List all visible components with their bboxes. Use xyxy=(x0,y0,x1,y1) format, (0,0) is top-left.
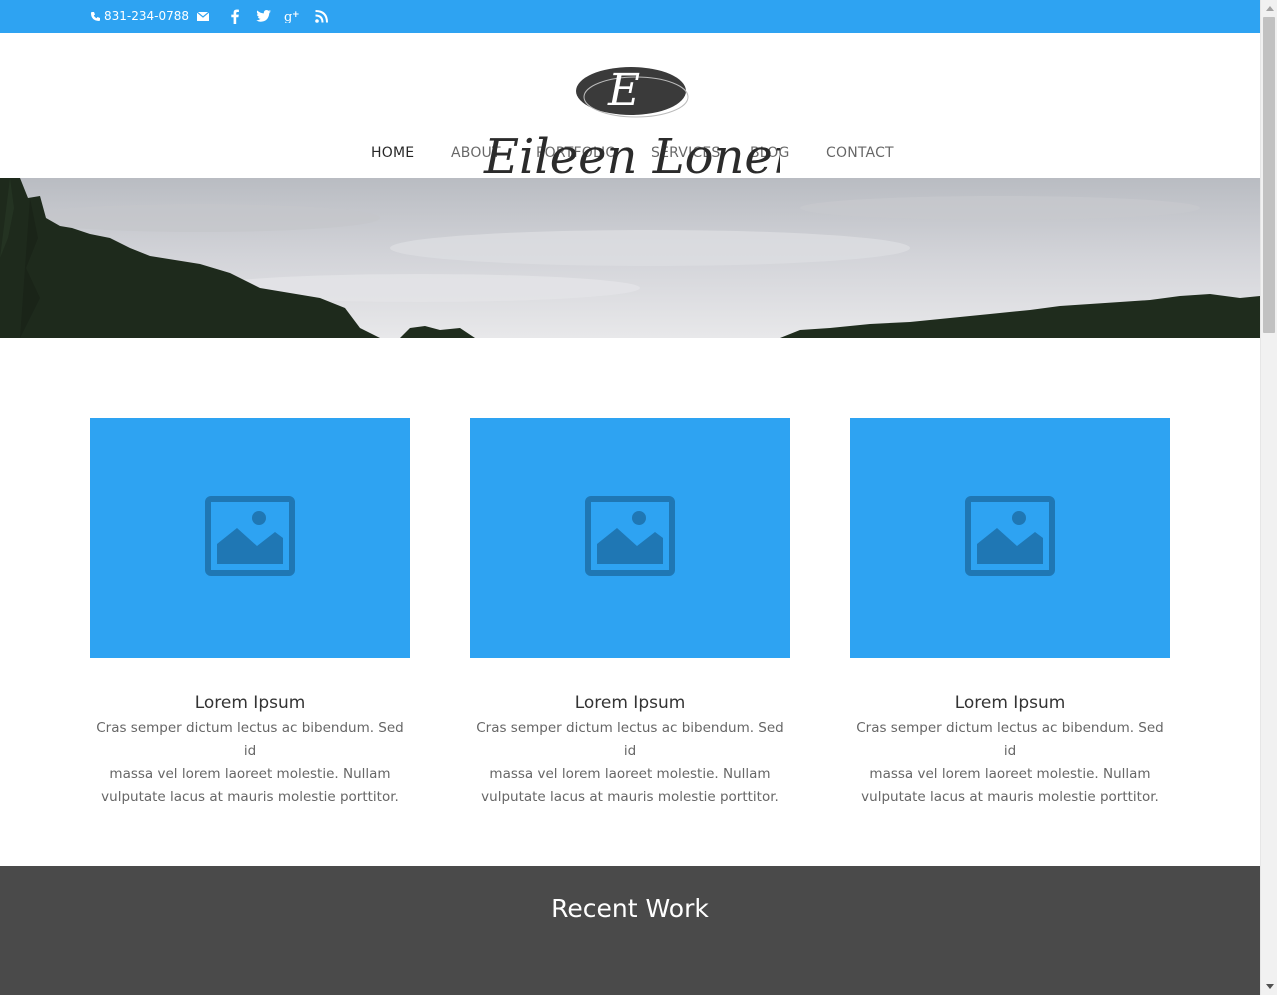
blurb-3: Lorem Ipsum Cras semper dictum lectus ac… xyxy=(850,418,1170,809)
recent-work-section: Recent Work xyxy=(0,866,1260,995)
blurb-image xyxy=(850,418,1170,658)
image-placeholder-icon xyxy=(965,496,1055,580)
image-placeholder-icon xyxy=(205,496,295,580)
blurb-title: Lorem Ipsum xyxy=(194,693,306,713)
email-icon[interactable] xyxy=(196,6,210,26)
top-bar: 831-234-0788 g + xyxy=(0,0,1260,33)
recent-work-title: Recent Work xyxy=(551,894,709,923)
google-plus-icon[interactable]: g + xyxy=(283,6,301,26)
svg-text:E: E xyxy=(607,65,640,116)
nav-item-home[interactable]: HOME xyxy=(371,145,414,161)
blurb-text: Cras semper dictum lectus ac bibendum. S… xyxy=(90,717,410,809)
blurb-text-line: massa vel lorem laoreet molestie. Nullam xyxy=(109,766,391,782)
hero-image xyxy=(0,178,1260,338)
scroll-up-arrow-icon[interactable] xyxy=(1261,0,1277,17)
vertical-scrollbar[interactable] xyxy=(1260,0,1277,995)
scroll-down-arrow-icon[interactable] xyxy=(1261,978,1277,995)
twitter-icon[interactable] xyxy=(255,6,272,26)
blurb-text-line: Cras semper dictum lectus ac bibendum. S… xyxy=(476,720,784,759)
nav-item-contact[interactable]: CONTACT xyxy=(826,145,894,161)
blurb-text: Cras semper dictum lectus ac bibendum. S… xyxy=(850,717,1170,809)
phone-number[interactable]: 831-234-0788 xyxy=(90,9,189,23)
blurb-text: Cras semper dictum lectus ac bibendum. S… xyxy=(470,717,790,809)
site-logo[interactable]: E Eileen Lonergan xyxy=(480,61,886,201)
blurb-text-line: massa vel lorem laoreet molestie. Nullam xyxy=(489,766,771,782)
rss-icon[interactable] xyxy=(314,6,328,26)
site-header: HOME ABOUT PORTFOLIO SERVICES BLOG CONTA… xyxy=(0,33,1260,185)
image-placeholder-icon xyxy=(585,496,675,580)
blurb-text-line: vulputate lacus at mauris molestie portt… xyxy=(101,789,399,805)
blurb-text-line: Cras semper dictum lectus ac bibendum. S… xyxy=(856,720,1164,759)
blurb-title: Lorem Ipsum xyxy=(574,693,686,713)
facebook-icon[interactable] xyxy=(229,6,241,26)
scrollbar-thumb[interactable] xyxy=(1263,17,1275,333)
svg-text:+: + xyxy=(292,10,300,20)
blurb-title: Lorem Ipsum xyxy=(954,693,1066,713)
blurb-text-line: Cras semper dictum lectus ac bibendum. S… xyxy=(96,720,404,759)
blurb-image xyxy=(90,418,410,658)
logo-text: Eileen Lonergan xyxy=(483,129,780,185)
phone-icon xyxy=(90,11,101,22)
blurb-2: Lorem Ipsum Cras semper dictum lectus ac… xyxy=(470,418,790,809)
phone-text: 831-234-0788 xyxy=(104,9,190,23)
blurb-text-line: vulputate lacus at mauris molestie portt… xyxy=(861,789,1159,805)
blurb-image xyxy=(470,418,790,658)
blurb-text-line: massa vel lorem laoreet molestie. Nullam xyxy=(869,766,1151,782)
blurb-text-line: vulputate lacus at mauris molestie portt… xyxy=(481,789,779,805)
page: 831-234-0788 g + HOME ABOUT PORTFOLIO SER… xyxy=(0,0,1260,995)
blurb-1: Lorem Ipsum Cras semper dictum lectus ac… xyxy=(90,418,410,809)
